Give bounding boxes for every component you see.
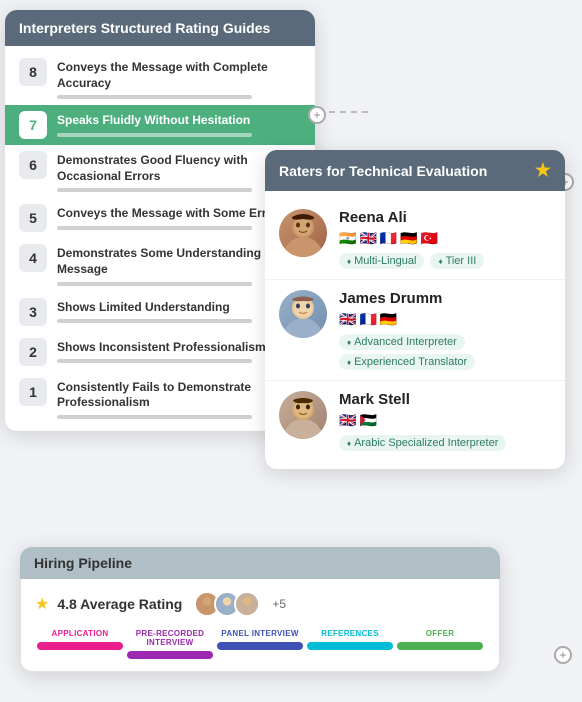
stage-label-references: REFERENCES bbox=[305, 629, 395, 638]
raters-header: Raters for Technical Evaluation ★ bbox=[265, 150, 565, 191]
pipeline-title: Hiring Pipeline bbox=[34, 555, 132, 571]
star-icon: ★ bbox=[535, 160, 551, 181]
stage-label-pre: PRE-RECORDED INTERVIEW bbox=[125, 629, 215, 647]
rater-row-reena[interactable]: Reena Ali 🇮🇳 🇬🇧 🇫🇷 🇩🇪 🇹🇷 Multi-Lingual T… bbox=[265, 199, 565, 280]
rating-bar-2 bbox=[57, 359, 252, 363]
stage-bar-references bbox=[307, 642, 393, 650]
connector-plus-bottom-right: + bbox=[554, 646, 572, 664]
pipeline-rating-text: 4.8 Average Rating bbox=[57, 596, 182, 612]
tag-experienced-translator: Experienced Translator bbox=[339, 354, 475, 370]
rating-num-2: 2 bbox=[19, 338, 47, 366]
rating-row-8[interactable]: 8 Conveys the Message with Complete Accu… bbox=[5, 52, 315, 105]
flag-row-reena: 🇮🇳 🇬🇧 🇫🇷 🇩🇪 🇹🇷 bbox=[339, 230, 551, 247]
flag-row-james: 🇬🇧 🇫🇷 🇩🇪 bbox=[339, 311, 551, 328]
raters-card: Raters for Technical Evaluation ★ Reena … bbox=[265, 150, 565, 469]
flag-india: 🇮🇳 bbox=[339, 230, 356, 247]
rater-name-james: James Drumm bbox=[339, 290, 551, 307]
avatar-reena bbox=[279, 209, 327, 257]
rating-num-4: 4 bbox=[19, 244, 47, 272]
tag-row-james-2: Experienced Translator bbox=[339, 354, 551, 370]
rating-label-7: Speaks Fluidly Without Hesitation bbox=[57, 113, 301, 129]
rating-bar-4 bbox=[57, 282, 252, 286]
rating-row-7[interactable]: 7 Speaks Fluidly Without Hesitation bbox=[5, 105, 315, 145]
stage-pre-recorded[interactable]: PRE-RECORDED INTERVIEW bbox=[125, 629, 215, 659]
rating-label-8: Conveys the Message with Complete Accura… bbox=[57, 60, 301, 91]
rating-bar-1 bbox=[57, 415, 252, 419]
rating-bar-8 bbox=[57, 95, 252, 99]
rating-guide-title: Interpreters Structured Rating Guides bbox=[19, 20, 270, 36]
flag-tr: 🇹🇷 bbox=[421, 230, 438, 247]
rater-row-mark[interactable]: Mark Stell 🇬🇧 🇵🇸 Arabic Specialized Inte… bbox=[265, 381, 565, 461]
flag-de-james: 🇩🇪 bbox=[380, 311, 397, 328]
avatar-sm-mark bbox=[234, 591, 260, 617]
rating-bar-7 bbox=[57, 133, 252, 137]
rater-info-mark: Mark Stell 🇬🇧 🇵🇸 Arabic Specialized Inte… bbox=[339, 391, 551, 451]
tag-row-james: Advanced Interpreter bbox=[339, 334, 551, 350]
rating-num-1: 1 bbox=[19, 378, 47, 406]
stage-label-application: APPLICATION bbox=[35, 629, 125, 638]
tag-advanced-interpreter: Advanced Interpreter bbox=[339, 334, 465, 350]
tag-row-mark: Arabic Specialized Interpreter bbox=[339, 435, 551, 451]
rater-name-mark: Mark Stell bbox=[339, 391, 551, 408]
stage-bar-panel bbox=[217, 642, 303, 650]
rater-name-reena: Reena Ali bbox=[339, 209, 551, 226]
flag-fr-james: 🇫🇷 bbox=[359, 311, 376, 328]
rating-bar-6 bbox=[57, 188, 252, 192]
rater-info-reena: Reena Ali 🇮🇳 🇬🇧 🇫🇷 🇩🇪 🇹🇷 Multi-Lingual T… bbox=[339, 209, 551, 269]
flag-gb-james: 🇬🇧 bbox=[339, 311, 356, 328]
stage-bar-offer bbox=[397, 642, 483, 650]
tag-multilingual: Multi-Lingual bbox=[339, 253, 424, 269]
tag-arabic-interpreter: Arabic Specialized Interpreter bbox=[339, 435, 506, 451]
flag-gb-mark: 🇬🇧 bbox=[339, 412, 356, 429]
stage-bar-application bbox=[37, 642, 123, 650]
rating-num-3: 3 bbox=[19, 298, 47, 326]
pipeline-rating-row: ★ 4.8 Average Rating +5 bbox=[35, 591, 485, 617]
rating-guide-header: Interpreters Structured Rating Guides bbox=[5, 10, 315, 46]
tag-tier3: Tier III bbox=[430, 253, 484, 269]
rater-info-james: James Drumm 🇬🇧 🇫🇷 🇩🇪 Advanced Interprete… bbox=[339, 290, 551, 370]
avatar-group bbox=[194, 591, 260, 617]
flag-de-reena: 🇩🇪 bbox=[400, 230, 417, 247]
rating-num-6: 6 bbox=[19, 151, 47, 179]
stage-label-panel: PANEL INTERVIEW bbox=[215, 629, 305, 638]
flag-fr-reena: 🇫🇷 bbox=[380, 230, 397, 247]
stage-offer[interactable]: OFFER bbox=[395, 629, 485, 659]
rating-bar-3 bbox=[57, 319, 252, 323]
stage-bar-pre bbox=[127, 651, 213, 659]
avatar-mark bbox=[279, 391, 327, 439]
pipeline-star-icon: ★ bbox=[35, 594, 49, 614]
pipeline-card: Hiring Pipeline ★ 4.8 Average Rating +5 … bbox=[20, 547, 500, 672]
stage-references[interactable]: REFERENCES bbox=[305, 629, 395, 659]
rating-num-5: 5 bbox=[19, 204, 47, 232]
pipeline-body: ★ 4.8 Average Rating +5 APPLICATION bbox=[20, 579, 500, 672]
pipeline-stages: APPLICATION PRE-RECORDED INTERVIEW PANEL… bbox=[35, 629, 485, 659]
pipeline-plus-count: +5 bbox=[272, 597, 286, 611]
avatar-james bbox=[279, 290, 327, 338]
raters-title: Raters for Technical Evaluation bbox=[279, 163, 487, 179]
rating-num-7: 7 bbox=[19, 111, 47, 139]
stage-label-offer: OFFER bbox=[395, 629, 485, 638]
stage-application[interactable]: APPLICATION bbox=[35, 629, 125, 659]
raters-list: Reena Ali 🇮🇳 🇬🇧 🇫🇷 🇩🇪 🇹🇷 Multi-Lingual T… bbox=[265, 191, 565, 469]
tag-row-reena: Multi-Lingual Tier III bbox=[339, 253, 551, 269]
connector-plus-top: + bbox=[308, 106, 326, 124]
rating-num-8: 8 bbox=[19, 58, 47, 86]
flag-row-mark: 🇬🇧 🇵🇸 bbox=[339, 412, 551, 429]
rating-bar-5 bbox=[57, 226, 252, 230]
pipeline-header: Hiring Pipeline bbox=[20, 547, 500, 579]
rater-row-james[interactable]: James Drumm 🇬🇧 🇫🇷 🇩🇪 Advanced Interprete… bbox=[265, 280, 565, 381]
flag-ps: 🇵🇸 bbox=[359, 412, 376, 429]
stage-panel[interactable]: PANEL INTERVIEW bbox=[215, 629, 305, 659]
rating-content-8: Conveys the Message with Complete Accura… bbox=[57, 58, 301, 99]
rating-content-7: Speaks Fluidly Without Hesitation bbox=[57, 111, 301, 137]
flag-gb-reena: 🇬🇧 bbox=[359, 230, 376, 247]
